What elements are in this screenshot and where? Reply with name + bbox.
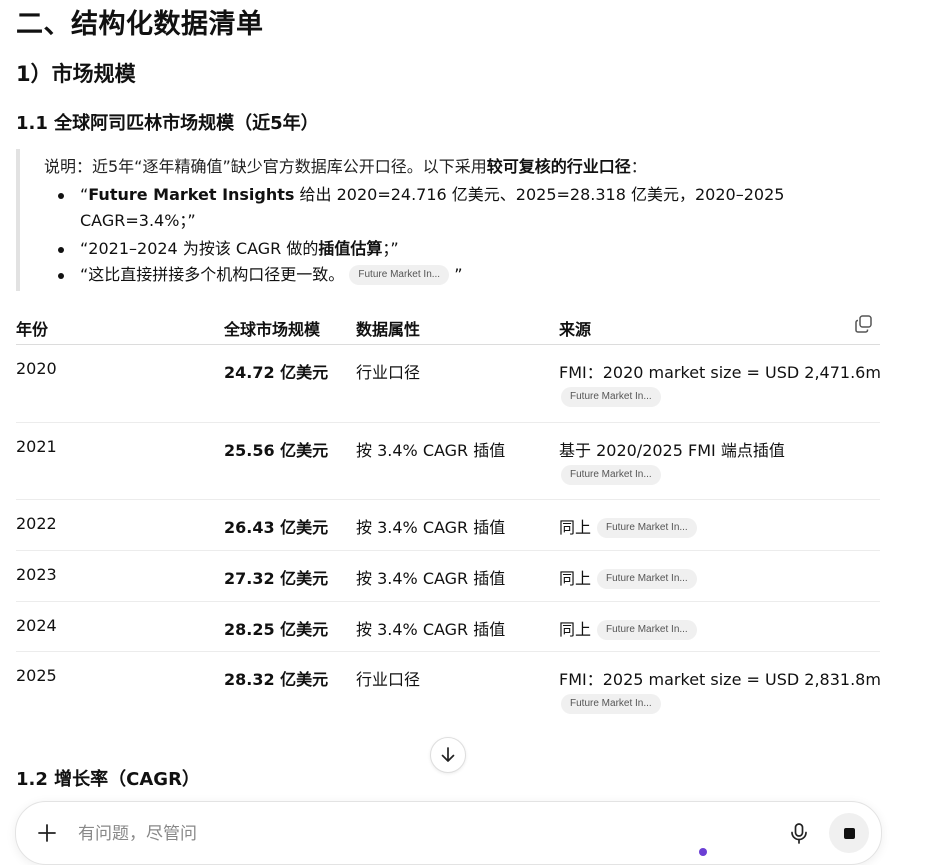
cell-attr: 按 3.4% CAGR 插值: [356, 518, 506, 537]
note-item: “2021–2024 为按该 CAGR 做的插值估算；”: [44, 236, 844, 262]
section-heading: 二、结构化数据清单: [16, 9, 264, 40]
cell-source-text: 同上: [559, 620, 592, 639]
bullet-dot: [58, 247, 64, 253]
copy-icon[interactable]: [854, 314, 874, 334]
note-blockquote: 说明：近5年“逐年精确值”缺少官方数据库公开口径。以下采用较可复核的行业口径： …: [16, 149, 880, 291]
cell-size: 28.32 亿美元: [224, 670, 329, 689]
table-row: 2024 28.25 亿美元 按 3.4% CAGR 插值 同上 Future M…: [16, 602, 880, 652]
table-row: 2020 24.72 亿美元 行业口径 FMI：2020 market size…: [16, 345, 881, 423]
note-item-bold: Future Market Insights: [88, 185, 295, 204]
bullet-dot: [58, 193, 64, 199]
cell-size: 28.25 亿美元: [224, 620, 329, 639]
cell-year: 2024: [16, 616, 57, 635]
cell-size: 25.56 亿美元: [224, 441, 329, 460]
note-item-text: “这比直接拼接多个机构口径更一致。: [80, 265, 345, 284]
note-item-text: “2021–2024 为按该 CAGR 做的: [80, 239, 319, 258]
cell-year: 2020: [16, 359, 57, 378]
header-year: 年份: [16, 320, 49, 339]
subsection-heading: 1）市场规模: [16, 62, 136, 86]
table-header: 年份 全球市场规模 数据属性 来源: [16, 310, 880, 345]
cell-attr: 按 3.4% CAGR 插值: [356, 569, 506, 588]
cell-source: FMI：2020 market size = USD 2,471.6m: [559, 363, 881, 382]
cell-year: 2021: [16, 437, 57, 456]
stop-button[interactable]: [829, 813, 869, 853]
cell-attr: 行业口径: [356, 670, 421, 689]
cell-year: 2025: [16, 666, 57, 685]
cell-source: 基于 2020/2025 FMI 端点插值: [559, 441, 785, 460]
cell-size: 26.43 亿美元: [224, 518, 329, 537]
citation-chip[interactable]: Future Market In...: [561, 694, 661, 714]
cell-year: 2023: [16, 565, 57, 584]
cell-attr: 行业口径: [356, 363, 421, 382]
citation-chip[interactable]: Future Market In...: [349, 264, 450, 285]
table-row: 2023 27.32 亿美元 按 3.4% CAGR 插值 同上 Future M…: [16, 551, 880, 602]
note-intro: 说明：近5年“逐年精确值”缺少官方数据库公开口径。以下采用较可复核的行业口径：: [44, 153, 647, 177]
cell-source: 同上 Future Market In...: [559, 565, 697, 590]
cell-size: 24.72 亿美元: [224, 363, 329, 382]
citation-chip[interactable]: Future Market In...: [597, 568, 697, 589]
microphone-icon[interactable]: [786, 820, 812, 846]
cell-source-text: 同上: [559, 569, 592, 588]
note-item-bold: 插值估算: [318, 239, 383, 258]
status-dot: [699, 848, 707, 856]
cell-source: FMI：2025 market size = USD 2,831.8m: [559, 670, 881, 689]
header-attr: 数据属性: [356, 320, 421, 339]
note-intro-text: 说明：近5年“逐年精确值”缺少官方数据库公开口径。以下采用: [44, 157, 487, 176]
cell-year: 2022: [16, 514, 57, 533]
cell-attr: 按 3.4% CAGR 插值: [356, 441, 506, 460]
chat-input[interactable]: [76, 820, 680, 848]
note-item: “这比直接拼接多个机构口径更一致。 Future Market In... ”: [44, 262, 844, 288]
bullet-dot: [58, 273, 64, 279]
header-size: 全球市场规模: [224, 320, 321, 339]
plus-icon[interactable]: [36, 822, 58, 844]
table-row: 2022 26.43 亿美元 按 3.4% CAGR 插值 同上 Future M…: [16, 500, 880, 551]
note-intro-suffix: ：: [630, 157, 647, 176]
cell-source: 同上 Future Market In...: [559, 616, 697, 641]
cagr-heading: 1.2 增长率（CAGR）: [16, 769, 200, 790]
cell-size: 27.32 亿美元: [224, 569, 329, 588]
note-item-text: ；”: [382, 239, 399, 258]
note-list: “Future Market Insights 给出 2020=24.716 亿…: [44, 182, 844, 288]
citation-chip[interactable]: Future Market In...: [597, 619, 697, 640]
note-item: “Future Market Insights 给出 2020=24.716 亿…: [44, 182, 844, 234]
market-size-heading: 1.1 全球阿司匹林市场规模（近5年）: [16, 113, 319, 134]
scroll-down-button[interactable]: [430, 737, 466, 773]
cell-source: 同上 Future Market In...: [559, 514, 697, 539]
table-row: 2021 25.56 亿美元 按 3.4% CAGR 插值 基于 2020/20…: [16, 423, 880, 500]
cell-source-text: 同上: [559, 518, 592, 537]
citation-chip[interactable]: Future Market In...: [561, 465, 661, 485]
table-row: 2025 28.32 亿美元 行业口径 FMI：2025 market size…: [16, 652, 881, 730]
stop-icon: [843, 827, 855, 839]
note-item-close: ”: [454, 265, 463, 284]
note-intro-bold: 较可复核的行业口径: [486, 157, 631, 176]
arrow-down-icon: [441, 747, 455, 762]
citation-chip[interactable]: Future Market In...: [561, 387, 661, 407]
header-source: 来源: [559, 320, 592, 339]
citation-chip[interactable]: Future Market In...: [597, 517, 697, 538]
chat-composer: [15, 801, 882, 865]
cell-attr: 按 3.4% CAGR 插值: [356, 620, 506, 639]
